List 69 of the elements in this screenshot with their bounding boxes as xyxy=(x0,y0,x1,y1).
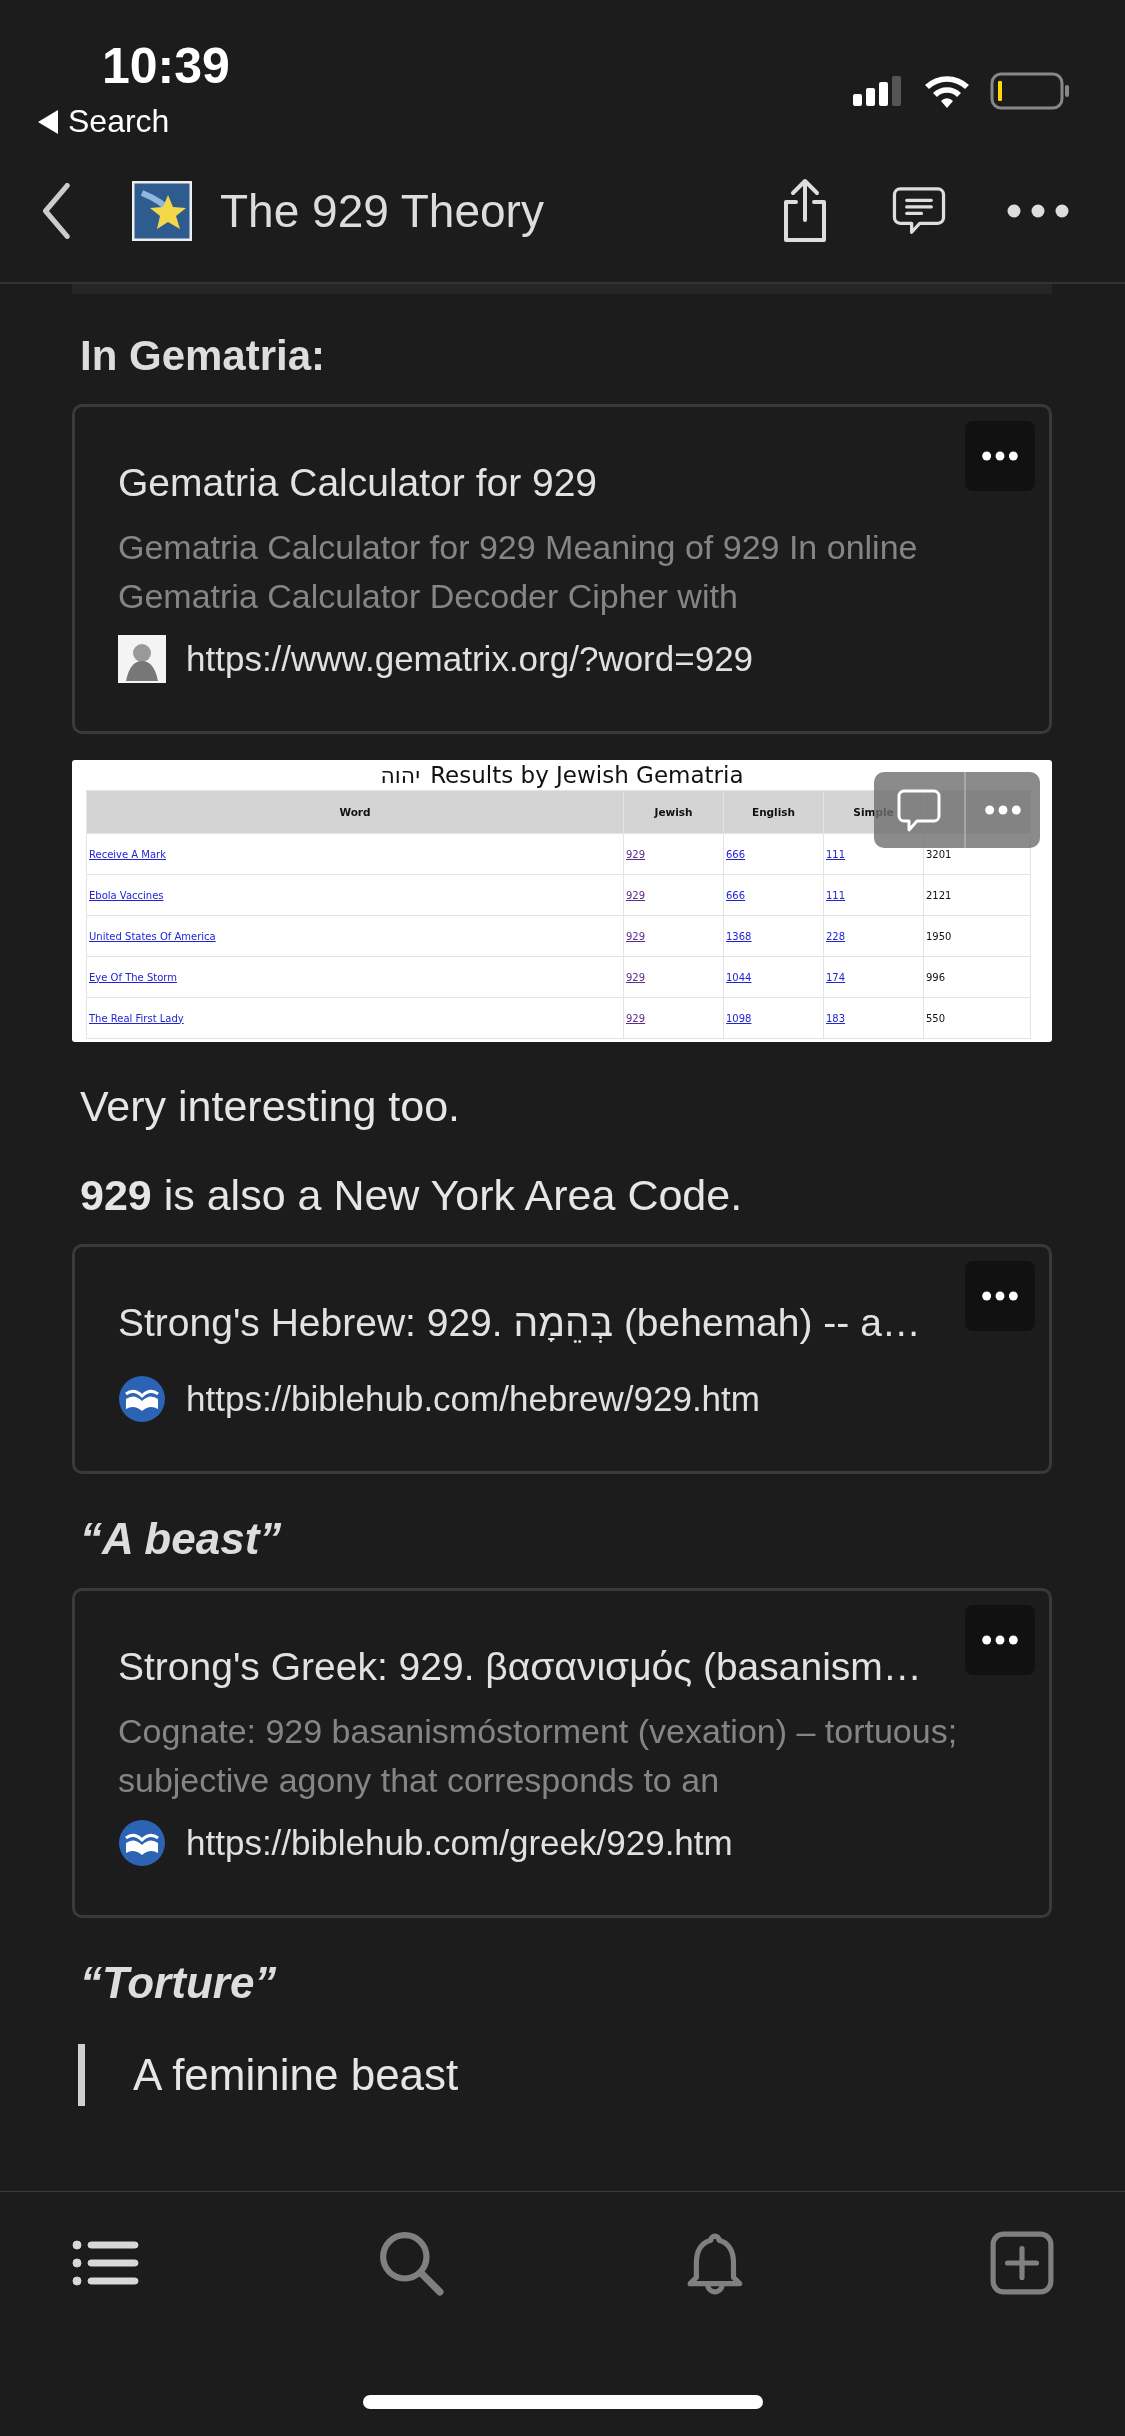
open-book-icon xyxy=(118,1819,166,1867)
bookmark-card[interactable]: Gematria Calculator for 929 Gematria Calculator for 929 Meaning of 929 In online Gematria Calculator Decoder Cipher with https://www.gematrix.org/?word=929 xyxy=(72,404,1052,734)
table-link[interactable]: 1044 xyxy=(726,971,752,983)
table-link[interactable]: Eye Of The Storm xyxy=(89,971,177,983)
table-link[interactable]: Ebola Vaccines xyxy=(89,889,164,901)
column-header: Word xyxy=(339,806,371,818)
table-cell: 1950 xyxy=(926,930,952,942)
quote-bar xyxy=(78,2044,85,2106)
bookmark-url: https://www.gematrix.org/?word=929 xyxy=(186,639,754,679)
bookmark-title: Gematria Calculator for 929 xyxy=(118,461,598,505)
quote-heading: “Torture” xyxy=(80,1958,278,2008)
more-icon xyxy=(983,803,1023,817)
table-link[interactable]: 929 xyxy=(626,930,646,942)
more-button[interactable] xyxy=(965,421,1035,491)
table-link[interactable]: 174 xyxy=(826,971,846,983)
hebrew-title-text: יהוה xyxy=(380,762,421,788)
bookmark-description: Cognate: 929 basanismóstorment (vexation) – tortuous; subjective agony that corresponds to an xyxy=(118,1711,959,1801)
clock-time: 10:39 xyxy=(102,37,230,95)
table-link[interactable]: 111 xyxy=(826,889,846,901)
list-icon[interactable] xyxy=(72,2239,140,2287)
paragraph: Very interesting too. xyxy=(80,1082,462,1131)
quote-heading: “A beast” xyxy=(80,1514,283,1564)
table-link[interactable]: 929 xyxy=(626,848,646,860)
more-icon xyxy=(980,1633,1020,1647)
signal-icon xyxy=(852,76,904,106)
more-icon xyxy=(980,449,1020,463)
table-link[interactable]: United States Of America xyxy=(89,930,216,942)
star-icon xyxy=(132,181,192,241)
table-link[interactable]: 929 xyxy=(626,889,646,901)
bookmark-description: Gematria Calculator for 929 Meaning of 929 In online Gematria Calculator Decoder Cipher with xyxy=(118,527,919,617)
table-link[interactable]: 1098 xyxy=(726,1012,752,1024)
table-link[interactable]: 111 xyxy=(826,848,846,860)
column-header: English xyxy=(751,806,796,818)
bookmark-url: https://biblehub.com/hebrew/929.htm xyxy=(186,1379,760,1419)
portrait-icon xyxy=(118,635,166,683)
bookmark-url: https://biblehub.com/greek/929.htm xyxy=(186,1823,733,1863)
battery-icon xyxy=(990,72,1070,110)
speech-bubble-icon xyxy=(897,788,941,832)
search-icon[interactable] xyxy=(378,2230,445,2296)
page-title: The 929 Theory xyxy=(220,184,545,238)
more-button[interactable] xyxy=(965,1605,1035,1675)
bookmark-title: Strong's Greek: 929. βασανισμός (basanism… xyxy=(118,1645,922,1689)
table-cell: 996 xyxy=(926,971,946,983)
table-link[interactable]: 666 xyxy=(726,848,746,860)
add-icon[interactable] xyxy=(989,2230,1055,2296)
more-icon xyxy=(980,1289,1020,1303)
section-heading: In Gematria: xyxy=(80,332,327,380)
more-icon[interactable] xyxy=(1006,203,1070,219)
table-link[interactable]: The Real First Lady xyxy=(89,1012,184,1024)
table-link[interactable]: 228 xyxy=(826,930,846,942)
quote-text: A feminine beast xyxy=(133,2050,459,2100)
table-link[interactable]: 929 xyxy=(626,1012,646,1024)
table-cell: 2121 xyxy=(926,889,952,901)
table-link[interactable]: 183 xyxy=(826,1012,846,1024)
results-title: Results by Jewish Gematria xyxy=(430,762,744,788)
paragraph: 929 is also a New York Area Code. xyxy=(80,1171,744,1220)
table-link[interactable]: Receive A Mark xyxy=(89,848,166,860)
table-link[interactable]: 1368 xyxy=(726,930,752,942)
more-button[interactable] xyxy=(965,1261,1035,1331)
bookmark-card[interactable]: Strong's Greek: 929. βασανισμός (basanism… Cognate: 929 basanismóstorment (vexation) – tortuous; subjective agony that corresponds to an https://biblehub.com/greek/929.htm xyxy=(72,1588,1052,1918)
table-link[interactable]: 929 xyxy=(626,971,646,983)
bookmark-title: Strong's Hebrew: 929. בְּהֵמָה (behemah) -- a… xyxy=(118,1301,921,1345)
back-triangle-icon xyxy=(38,109,58,134)
column-header: Jewish xyxy=(654,806,693,818)
table-cell: 3201 xyxy=(926,848,952,860)
back-to-app-link[interactable]: Search xyxy=(38,103,170,140)
open-book-icon xyxy=(118,1375,166,1423)
table-link[interactable]: 666 xyxy=(726,889,746,901)
table-cell: 550 xyxy=(926,1012,946,1024)
